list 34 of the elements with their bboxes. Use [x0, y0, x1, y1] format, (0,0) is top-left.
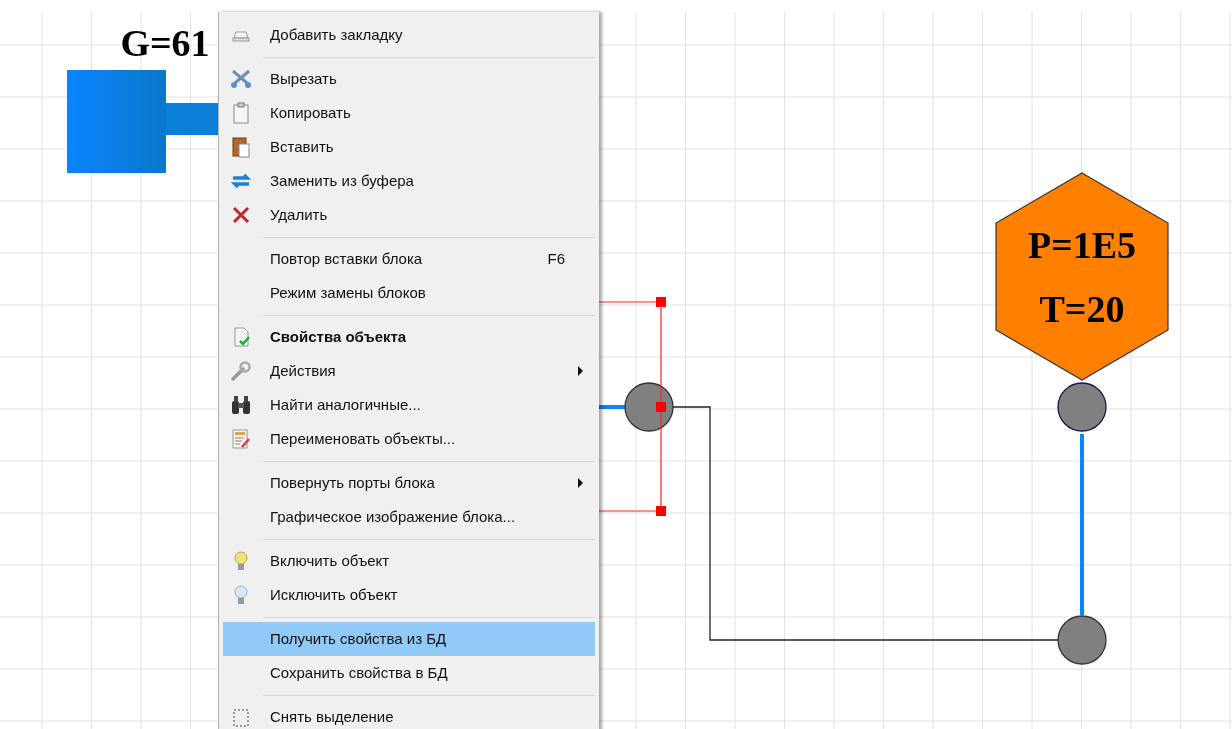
menu-item[interactable]: Графическое изображение блока...: [223, 500, 595, 534]
menu-item[interactable]: Включить объект: [223, 544, 595, 578]
menu-item[interactable]: Действия: [223, 354, 595, 388]
menu-item[interactable]: Добавить закладку: [223, 18, 595, 52]
menu-item[interactable]: Снять выделение: [223, 700, 595, 729]
clipboard-icon: [230, 102, 252, 124]
node-circle[interactable]: [1057, 382, 1107, 432]
menu-item[interactable]: Найти аналогичные...: [223, 388, 595, 422]
close-icon: [230, 204, 252, 226]
menu-item[interactable]: Удалить: [223, 198, 595, 232]
paste-icon: [230, 136, 252, 158]
value-label: T=20: [1039, 288, 1125, 330]
node-circle[interactable]: [1057, 615, 1107, 665]
selection-icon: [230, 706, 252, 728]
wrench-icon: [230, 360, 252, 382]
value-label: G=61: [120, 22, 210, 64]
shortcut-label: F6: [547, 248, 565, 269]
menu-item[interactable]: Свойства объекта: [223, 320, 595, 354]
selection-handles[interactable]: [598, 297, 666, 516]
menu-item[interactable]: Копировать: [223, 96, 595, 130]
node-circle[interactable]: [624, 382, 674, 432]
menu-item[interactable]: Вставить: [223, 130, 595, 164]
menu-item[interactable]: Повтор вставки блока F6: [223, 242, 595, 276]
menu-item[interactable]: Исключить объект: [223, 578, 595, 612]
scissors-icon: [230, 68, 252, 90]
binoculars-icon: [230, 394, 252, 416]
menu-item[interactable]: Получить свойства из БД: [223, 622, 595, 656]
menu-item[interactable]: Вырезать: [223, 62, 595, 96]
menu-item[interactable]: Повернуть порты блока: [223, 466, 595, 500]
menu-item[interactable]: Сохранить свойства в БД: [223, 656, 595, 690]
menu-item[interactable]: Режим замены блоков: [223, 276, 595, 310]
value-label: P=1E5: [1027, 224, 1137, 266]
menu-item[interactable]: Переименовать объекты...: [223, 422, 595, 456]
menu-item[interactable]: Заменить из буфера: [223, 164, 595, 198]
